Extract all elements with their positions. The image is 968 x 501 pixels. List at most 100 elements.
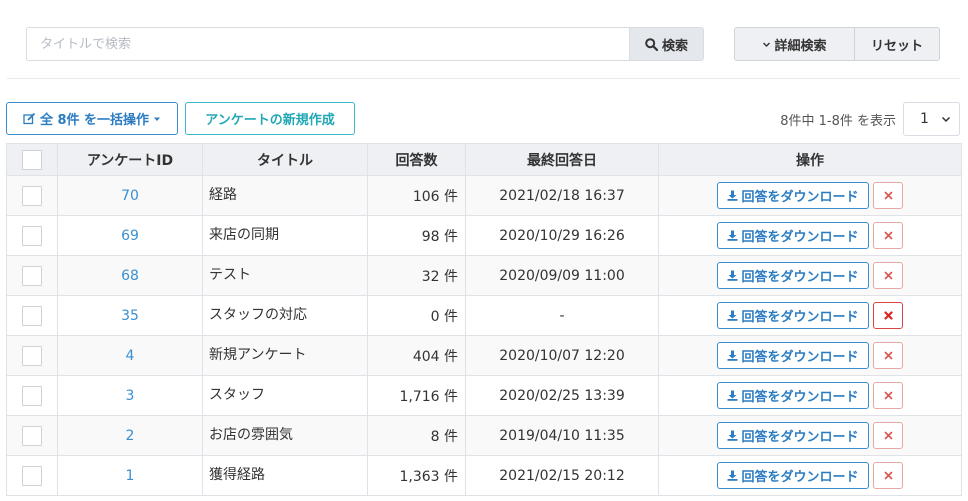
survey-id-link[interactable]: 69: [121, 228, 139, 244]
edit-icon: [23, 112, 36, 125]
actions-cell: 回答をダウンロード: [658, 215, 962, 256]
answer-count: 8 件: [367, 415, 466, 456]
delete-button[interactable]: [873, 222, 903, 249]
answer-count: 106 件: [367, 175, 466, 216]
search-options-group: 詳細検索 リセット: [734, 27, 940, 61]
survey-id-cell: 70: [57, 175, 203, 216]
answer-count: 1,363 件: [367, 455, 466, 496]
download-label: 回答をダウンロード: [741, 270, 859, 285]
survey-id-link[interactable]: 2: [126, 428, 135, 444]
row-checkbox[interactable]: [22, 385, 42, 406]
column-header-actions: 操作: [658, 143, 962, 176]
survey-id-cell: 1: [57, 455, 203, 496]
download-label: 回答をダウンロード: [741, 350, 859, 365]
download-label: 回答をダウンロード: [741, 310, 859, 325]
answer-count: 32 件: [367, 255, 466, 296]
table-row: 35 スタッフの対応 0 件 - 回答をダウンロード: [6, 295, 962, 336]
download-answers-button[interactable]: 回答をダウンロード: [717, 182, 869, 209]
download-answers-button[interactable]: 回答をダウンロード: [717, 302, 869, 329]
survey-id-link[interactable]: 35: [121, 308, 139, 324]
row-select-cell: [6, 295, 58, 336]
survey-title: 来店の同期: [202, 215, 368, 256]
answer-count: 1,716 件: [367, 375, 466, 416]
row-select-cell: [6, 335, 58, 376]
download-icon: [727, 350, 738, 361]
download-answers-button[interactable]: 回答をダウンロード: [717, 422, 869, 449]
last-answer-date: 2020/10/29 16:26: [465, 215, 659, 256]
column-header-id: アンケートID: [57, 143, 203, 176]
search-icon: [645, 37, 658, 51]
delete-button[interactable]: [873, 302, 903, 329]
table-row: 68 テスト 32 件 2020/09/09 11:00 回答をダウンロード: [6, 255, 962, 296]
advanced-search-button[interactable]: 詳細検索: [735, 28, 855, 60]
select-all-checkbox[interactable]: [22, 149, 42, 170]
actions-cell: 回答をダウンロード: [658, 415, 962, 456]
download-label: 回答をダウンロード: [741, 190, 859, 205]
last-answer-date: 2021/02/15 20:12: [465, 455, 659, 496]
delete-button[interactable]: [873, 382, 903, 409]
reset-button[interactable]: リセット: [855, 28, 939, 60]
bulk-actions-button[interactable]: 全 8件 を一括操作: [6, 102, 178, 135]
survey-id-link[interactable]: 4: [126, 348, 135, 364]
chevron-down-icon: [941, 116, 951, 123]
survey-id-link[interactable]: 68: [121, 268, 139, 284]
delete-button[interactable]: [873, 462, 903, 489]
survey-id-cell: 4: [57, 335, 203, 376]
result-count: 8件中 1-8件 を表示: [780, 114, 896, 129]
row-checkbox[interactable]: [22, 225, 42, 246]
advanced-search-label: 詳細検索: [774, 38, 827, 54]
survey-title: テスト: [202, 255, 368, 296]
column-header-title: タイトル: [202, 143, 368, 176]
download-icon: [727, 390, 738, 401]
row-checkbox[interactable]: [22, 465, 42, 486]
survey-title: 新規アンケート: [202, 335, 368, 376]
answer-count: 98 件: [367, 215, 466, 256]
download-icon: [727, 470, 738, 481]
survey-title: スタッフの対応: [202, 295, 368, 336]
row-select-cell: [6, 215, 58, 256]
actions-cell: 回答をダウンロード: [658, 255, 962, 296]
download-answers-button[interactable]: 回答をダウンロード: [717, 382, 869, 409]
row-checkbox[interactable]: [22, 265, 42, 286]
page-select-value: 1: [920, 111, 929, 127]
survey-id-link[interactable]: 3: [126, 388, 135, 404]
download-icon: [727, 230, 738, 241]
page-select[interactable]: 1: [903, 102, 960, 136]
table-row: 70 経路 106 件 2021/02/18 16:37 回答をダウンロード: [6, 175, 962, 216]
row-select-cell: [6, 175, 58, 216]
create-survey-button[interactable]: アンケートの新規作成: [185, 102, 355, 135]
download-answers-button[interactable]: 回答をダウンロード: [717, 222, 869, 249]
download-answers-button[interactable]: 回答をダウンロード: [717, 262, 869, 289]
row-select-cell: [6, 375, 58, 416]
close-icon: [884, 351, 892, 360]
delete-button[interactable]: [873, 262, 903, 289]
delete-button[interactable]: [873, 422, 903, 449]
survey-id-cell: 35: [57, 295, 203, 336]
row-checkbox[interactable]: [22, 185, 42, 206]
survey-id-link[interactable]: 70: [121, 188, 139, 204]
download-answers-button[interactable]: 回答をダウンロード: [717, 462, 869, 489]
row-checkbox[interactable]: [22, 305, 42, 326]
table-row: 69 来店の同期 98 件 2020/10/29 16:26 回答をダウンロード: [6, 215, 962, 256]
divider: [7, 78, 960, 79]
last-answer-date: -: [465, 295, 659, 336]
delete-button[interactable]: [873, 182, 903, 209]
close-icon: [884, 471, 892, 480]
last-answer-date: 2020/10/07 12:20: [465, 335, 659, 376]
search-button[interactable]: 検索: [629, 27, 704, 61]
close-icon: [884, 231, 892, 240]
delete-button[interactable]: [873, 342, 903, 369]
row-checkbox[interactable]: [22, 425, 42, 446]
download-icon: [727, 310, 738, 321]
search-input[interactable]: [26, 27, 630, 61]
close-icon: [884, 271, 892, 280]
select-all-cell: [6, 143, 58, 176]
actions-cell: 回答をダウンロード: [658, 375, 962, 416]
row-checkbox[interactable]: [22, 345, 42, 366]
survey-id-link[interactable]: 1: [126, 468, 135, 484]
column-header-last-answer: 最終回答日: [465, 143, 659, 176]
download-answers-button[interactable]: 回答をダウンロード: [717, 342, 869, 369]
last-answer-date: 2021/02/18 16:37: [465, 175, 659, 216]
create-survey-label: アンケートの新規作成: [205, 113, 335, 128]
last-answer-date: 2020/09/09 11:00: [465, 255, 659, 296]
